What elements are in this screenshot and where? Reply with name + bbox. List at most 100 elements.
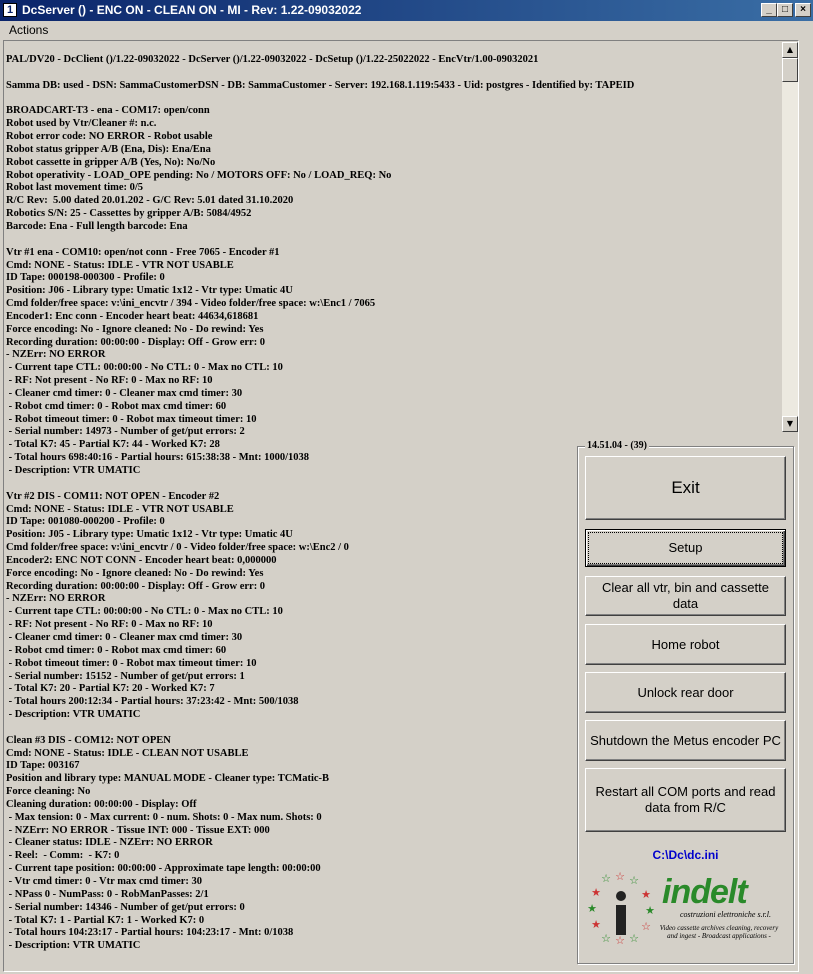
log-line: - Current tape CTL: 00:00:00 - No CTL: 0… xyxy=(6,362,283,374)
log-line: - Reel: - Comm: - K7: 0 xyxy=(6,850,120,862)
svg-text:★: ★ xyxy=(587,902,597,915)
setup-button[interactable]: Setup xyxy=(585,529,786,567)
log-line: Robot error code: NO ERROR - Robot usabl… xyxy=(6,131,213,143)
log-line: Vtr #2 DIS - COM11: NOT OPEN - Encoder #… xyxy=(6,490,220,502)
log-line: Force encoding: No - Ignore cleaned: No … xyxy=(6,323,264,335)
config-path: C:\Dc\dc.ini xyxy=(652,848,719,862)
stars-logo-icon: ☆ ☆ ☆ ★ ★ ★ ★ ★ ☆ ☆ ☆ ☆ xyxy=(587,870,655,947)
log-line: Encoder1: Enc conn - Encoder heart beat:… xyxy=(6,310,259,322)
logo-subtitle: costruzioni elettroniche s.r.l. xyxy=(680,910,772,919)
log-line: Robot status gripper A/B (Ena, Dis): Ena… xyxy=(6,143,211,155)
title-bar: 1 DcServer () - ENC ON - CLEAN ON - MI -… xyxy=(0,0,813,21)
log-spacer xyxy=(6,67,634,80)
log-line: - NPass 0 - NumPass: 0 - RobManPasses: 2… xyxy=(6,888,209,900)
log-line: Force encoding: No - Ignore cleaned: No … xyxy=(6,567,264,579)
log-spacer xyxy=(6,478,634,491)
log-line: - Current tape CTL: 00:00:00 - No CTL: 0… xyxy=(6,606,283,618)
maximize-button[interactable]: □ xyxy=(777,3,793,17)
svg-text:☆: ☆ xyxy=(615,934,625,947)
unlock-rear-door-button[interactable]: Unlock rear door xyxy=(585,672,786,713)
scroll-up-icon[interactable]: ▲ xyxy=(782,42,798,58)
home-robot-button[interactable]: Home robot xyxy=(585,624,786,665)
log-line: BROADCART-T3 - ena - COM17: open/conn xyxy=(6,105,210,117)
log-line: - Total hours 200:12:34 - Partial hours:… xyxy=(6,696,299,708)
log-line: - Description: VTR UMATIC xyxy=(6,465,141,476)
log-line: Recording duration: 00:00:00 - Display: … xyxy=(6,580,266,592)
svg-text:☆: ☆ xyxy=(641,920,651,933)
log-line: - RF: Not present - No RF: 0 - Max no RF… xyxy=(6,619,213,631)
menu-actions[interactable]: Actions xyxy=(9,23,48,38)
indelt-logo: ☆ ☆ ☆ ★ ★ ★ ★ ★ ☆ ☆ ☆ ☆ indelt costruzio… xyxy=(584,870,784,950)
svg-text:☆: ☆ xyxy=(629,874,639,887)
log-line: Encoder2: ENC NOT CONN - Encoder heart b… xyxy=(6,554,277,566)
window-title: DcServer () - ENC ON - CLEAN ON - MI - R… xyxy=(22,3,362,17)
log-line: Samma DB: used - DSN: SammaCustomerDSN -… xyxy=(6,79,635,91)
log-line: Position: J06 - Library type: Umatic 1x1… xyxy=(6,285,293,297)
menu-bar: Actions xyxy=(0,21,813,40)
log-line: Robot last movement time: 0/5 xyxy=(6,182,144,194)
svg-text:☆: ☆ xyxy=(601,932,611,945)
log-spacer xyxy=(6,93,634,106)
log-line: Cmd: NONE - Status: IDLE - VTR NOT USABL… xyxy=(6,259,234,271)
log-line: - Cleaner cmd timer: 0 - Cleaner max cmd… xyxy=(6,631,243,643)
log-line: - RF: Not present - No RF: 0 - Max no RF… xyxy=(6,375,213,387)
svg-text:★: ★ xyxy=(591,918,601,931)
log-line: ID Tape: 000198-000300 - Profile: 0 xyxy=(6,272,165,284)
log-line: - Vtr cmd timer: 0 - Vtr max cmd timer: … xyxy=(6,876,203,887)
log-line: Robot used by Vtr/Cleaner #: n.c. xyxy=(6,118,157,130)
log-line: Clean #3 DIS - COM12: NOT OPEN xyxy=(6,734,171,746)
log-line: - Robot cmd timer: 0 - Robot max cmd tim… xyxy=(6,400,227,412)
log-line: PAL/DV20 - DcClient ()/1.22-09032022 - D… xyxy=(6,54,539,65)
log-line: Vtr #1 ena - COM10: open/not conn - Free… xyxy=(6,246,280,258)
log-line: Robotics S/N: 25 - Cassettes by gripper … xyxy=(6,208,252,220)
svg-text:☆: ☆ xyxy=(629,932,639,945)
log-line: Robot operativity - LOAD_OPE pending: No… xyxy=(6,169,392,181)
log-line: Cmd folder/free space: v:\ini_encvtr / 0… xyxy=(6,542,349,554)
app-icon[interactable]: 1 xyxy=(3,3,17,17)
log-line: Position and library type: MANUAL MODE -… xyxy=(6,773,330,785)
log-line: - Cleaner status: IDLE - NZErr: NO ERROR xyxy=(6,837,213,849)
log-line: - NZErr: NO ERROR xyxy=(6,349,106,361)
log-line: - Total K7: 45 - Partial K7: 44 - Worked… xyxy=(6,439,220,451)
log-line: - Current tape position: 00:00:00 - Appr… xyxy=(6,863,321,875)
exit-button[interactable]: Exit xyxy=(585,456,786,520)
restart-com-button[interactable]: Restart all COM ports and read data from… xyxy=(585,768,786,832)
scroll-thumb[interactable] xyxy=(782,58,798,82)
log-line: Cmd: NONE - Status: IDLE - CLEAN NOT USA… xyxy=(6,747,249,759)
log-line: - Robot timeout timer: 0 - Robot max tim… xyxy=(6,413,257,425)
log-line: - Robot timeout timer: 0 - Robot max tim… xyxy=(6,657,257,669)
log-line: Barcode: Ena - Full length barcode: Ena xyxy=(6,220,188,232)
status-log-text: PAL/DV20 - DcClient ()/1.22-09032022 - D… xyxy=(6,54,634,953)
log-spacer xyxy=(6,722,634,735)
log-spacer xyxy=(6,234,634,247)
log-line: - Robot cmd timer: 0 - Robot max cmd tim… xyxy=(6,644,227,656)
shutdown-encoder-button[interactable]: Shutdown the Metus encoder PC xyxy=(585,720,786,761)
logo-tagline: Video cassette archives cleaning, recove… xyxy=(659,924,779,940)
log-line: - Total hours 104:23:17 - Partial hours:… xyxy=(6,927,294,939)
clear-all-button[interactable]: Clear all vtr, bin and cassette data xyxy=(585,576,786,616)
log-line: - NZErr: NO ERROR - Tissue INT: 000 - Ti… xyxy=(6,824,270,836)
log-line: - Cleaner cmd timer: 0 - Cleaner max cmd… xyxy=(6,387,243,399)
log-line: - Serial number: 14973 - Number of get/p… xyxy=(6,426,245,438)
logo-brand-text: indelt xyxy=(662,873,748,911)
minimize-button[interactable]: _ xyxy=(761,3,777,17)
log-line: R/C Rev: 5.00 dated 20.01.202 - G/C Rev:… xyxy=(6,195,294,207)
log-line: - Total hours 698:40:16 - Partial hours:… xyxy=(6,452,310,464)
log-line: Cleaning duration: 00:00:00 - Display: O… xyxy=(6,798,197,810)
log-line: - NZErr: NO ERROR xyxy=(6,593,106,605)
vertical-scrollbar[interactable]: ▲ ▼ xyxy=(782,42,798,432)
log-line: ID Tape: 001080-000200 - Profile: 0 xyxy=(6,516,165,528)
log-line: - Serial number: 14346 - Number of get/p… xyxy=(6,901,245,913)
log-line: - Serial number: 15152 - Number of get/p… xyxy=(6,670,245,682)
scroll-down-icon[interactable]: ▼ xyxy=(782,416,798,432)
log-line: ID Tape: 003167 xyxy=(6,760,80,772)
log-line: Robot cassette in gripper A/B (Yes, No):… xyxy=(6,156,216,168)
close-button[interactable]: × xyxy=(795,3,811,17)
clock-label: 14.51.04 - (39) xyxy=(585,440,649,452)
log-line: Cmd: NONE - Status: IDLE - VTR NOT USABL… xyxy=(6,503,234,515)
log-line: - Max tension: 0 - Max current: 0 - num.… xyxy=(6,811,322,823)
svg-text:★: ★ xyxy=(641,888,651,901)
svg-text:★: ★ xyxy=(591,886,601,899)
log-line: Position: J05 - Library type: Umatic 1x1… xyxy=(6,529,293,541)
log-line: - Total K7: 20 - Partial K7: 20 - Worked… xyxy=(6,683,215,695)
